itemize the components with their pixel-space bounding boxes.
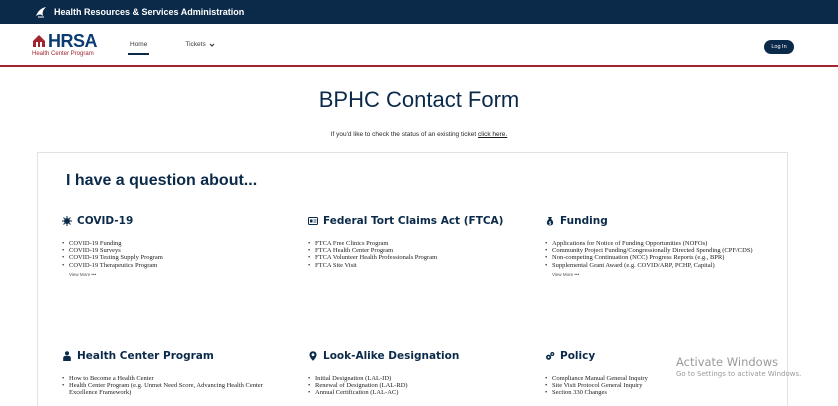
hhs-house-icon [33, 35, 45, 47]
page-title: BPHC Contact Form [318, 87, 520, 112]
category-title[interactable]: Health Center Program [62, 350, 282, 362]
category-ftca: Federal Tort Claims Act (FTCA) FTCA Free… [308, 215, 528, 269]
category-list: FTCA Free Clinics Program FTCA Health Ce… [308, 240, 528, 269]
svg-text:$: $ [549, 220, 552, 225]
person-icon [62, 351, 72, 361]
list-item[interactable]: How to Become a Health Center [62, 375, 282, 382]
list-item[interactable]: FTCA Site Visit [308, 262, 528, 269]
gov-banner: Health Resources & Services Administrati… [0, 0, 838, 24]
category-covid: COVID-19 COVID-19 Funding COVID-19 Surve… [62, 215, 282, 277]
gov-title: Health Resources & Services Administrati… [54, 7, 245, 17]
main-nav: Home Tickets [127, 41, 253, 55]
list-item[interactable]: Health Center Program (e.g. Unmet Need S… [62, 382, 282, 396]
ticket-status-link[interactable]: click here. [478, 131, 507, 138]
category-list: COVID-19 Funding COVID-19 Surveys COVID-… [62, 240, 282, 269]
category-look-alike: Look-Alike Designation Initial Designati… [308, 350, 528, 397]
hrsa-logo[interactable]: HRSA Health Center Program [32, 32, 112, 64]
nav-tickets[interactable]: Tickets [185, 41, 215, 48]
category-title-text: Federal Tort Claims Act (FTCA) [323, 215, 504, 227]
view-more-link[interactable]: View More ••• [552, 272, 765, 277]
category-list: Initial Designation (LAL-ID) Renewal of … [308, 375, 528, 397]
category-title-text: Funding [560, 215, 608, 227]
list-item[interactable]: Applications for Notice of Funding Oppor… [545, 240, 765, 247]
site-header: HRSA Health Center Program Home Tickets … [0, 24, 838, 67]
nav-tickets-label: Tickets [185, 41, 206, 48]
list-item[interactable]: Section 330 Changes [545, 389, 765, 396]
list-item[interactable]: FTCA Volunteer Health Professionals Prog… [308, 254, 528, 261]
list-item[interactable]: COVID-19 Surveys [62, 247, 282, 254]
category-list: How to Become a Health Center Health Cen… [62, 375, 282, 397]
category-list: Applications for Notice of Funding Oppor… [545, 240, 765, 269]
question-heading: I have a question about... [66, 172, 258, 189]
map-pin-icon [308, 351, 318, 361]
category-title[interactable]: COVID-19 [62, 215, 282, 227]
login-button[interactable]: Log In [764, 40, 794, 54]
category-title-text: COVID-19 [77, 215, 134, 227]
category-title[interactable]: $ Funding [545, 215, 765, 227]
watermark-subtitle: Go to Settings to activate Windows. [676, 370, 802, 378]
list-item[interactable]: Annual Certification (LAL-AC) [308, 389, 528, 396]
list-item[interactable]: Renewal of Designation (LAL-RD) [308, 382, 528, 389]
category-list: Compliance Manual General Inquiry Site V… [545, 375, 765, 397]
ticket-status-line: If you'd like to check the status of an … [0, 131, 838, 138]
virus-icon [62, 216, 72, 226]
list-item[interactable]: FTCA Free Clinics Program [308, 240, 528, 247]
ticket-status-text: If you'd like to check the status of an … [330, 131, 478, 138]
logo-subtitle: Health Center Program [32, 51, 94, 57]
chevron-down-icon [209, 42, 215, 48]
list-item[interactable]: Non-competing Continuation (NCC) Progres… [545, 254, 765, 261]
category-title[interactable]: Look-Alike Designation [308, 350, 528, 362]
category-funding: $ Funding Applications for Notice of Fun… [545, 215, 765, 277]
list-item[interactable]: Supplemental Grant Award (e.g. COVID/ARP… [545, 262, 765, 269]
list-item[interactable]: Site Visit Protocol General Inquiry [545, 382, 765, 389]
gears-icon [545, 351, 555, 361]
view-more-link[interactable]: View More ••• [69, 272, 282, 277]
money-bag-icon: $ [545, 216, 555, 226]
list-item[interactable]: FTCA Health Center Program [308, 247, 528, 254]
hhs-eagle-icon [34, 5, 48, 19]
list-item[interactable]: COVID-19 Therapeutics Program [62, 262, 282, 269]
category-title-text: Health Center Program [77, 350, 214, 362]
watermark-title: Activate Windows [676, 355, 779, 369]
list-item[interactable]: Initial Designation (LAL-ID) [308, 375, 528, 382]
category-title-text: Policy [560, 350, 596, 362]
nav-home-label: Home [130, 41, 148, 48]
windows-activation-watermark: Activate Windows Go to Settings to activ… [676, 355, 801, 378]
id-card-icon [308, 216, 318, 226]
logo-text: HRSA [48, 31, 98, 51]
category-health-center-program: Health Center Program How to Become a He… [62, 350, 282, 397]
nav-home[interactable]: Home [127, 41, 150, 55]
category-title[interactable]: Federal Tort Claims Act (FTCA) [308, 215, 528, 227]
list-item[interactable]: Community Project Funding/Congressionall… [545, 247, 765, 254]
list-item[interactable]: COVID-19 Testing Supply Program [62, 254, 282, 261]
list-item[interactable]: COVID-19 Funding [62, 240, 282, 247]
category-title-text: Look-Alike Designation [323, 350, 460, 362]
